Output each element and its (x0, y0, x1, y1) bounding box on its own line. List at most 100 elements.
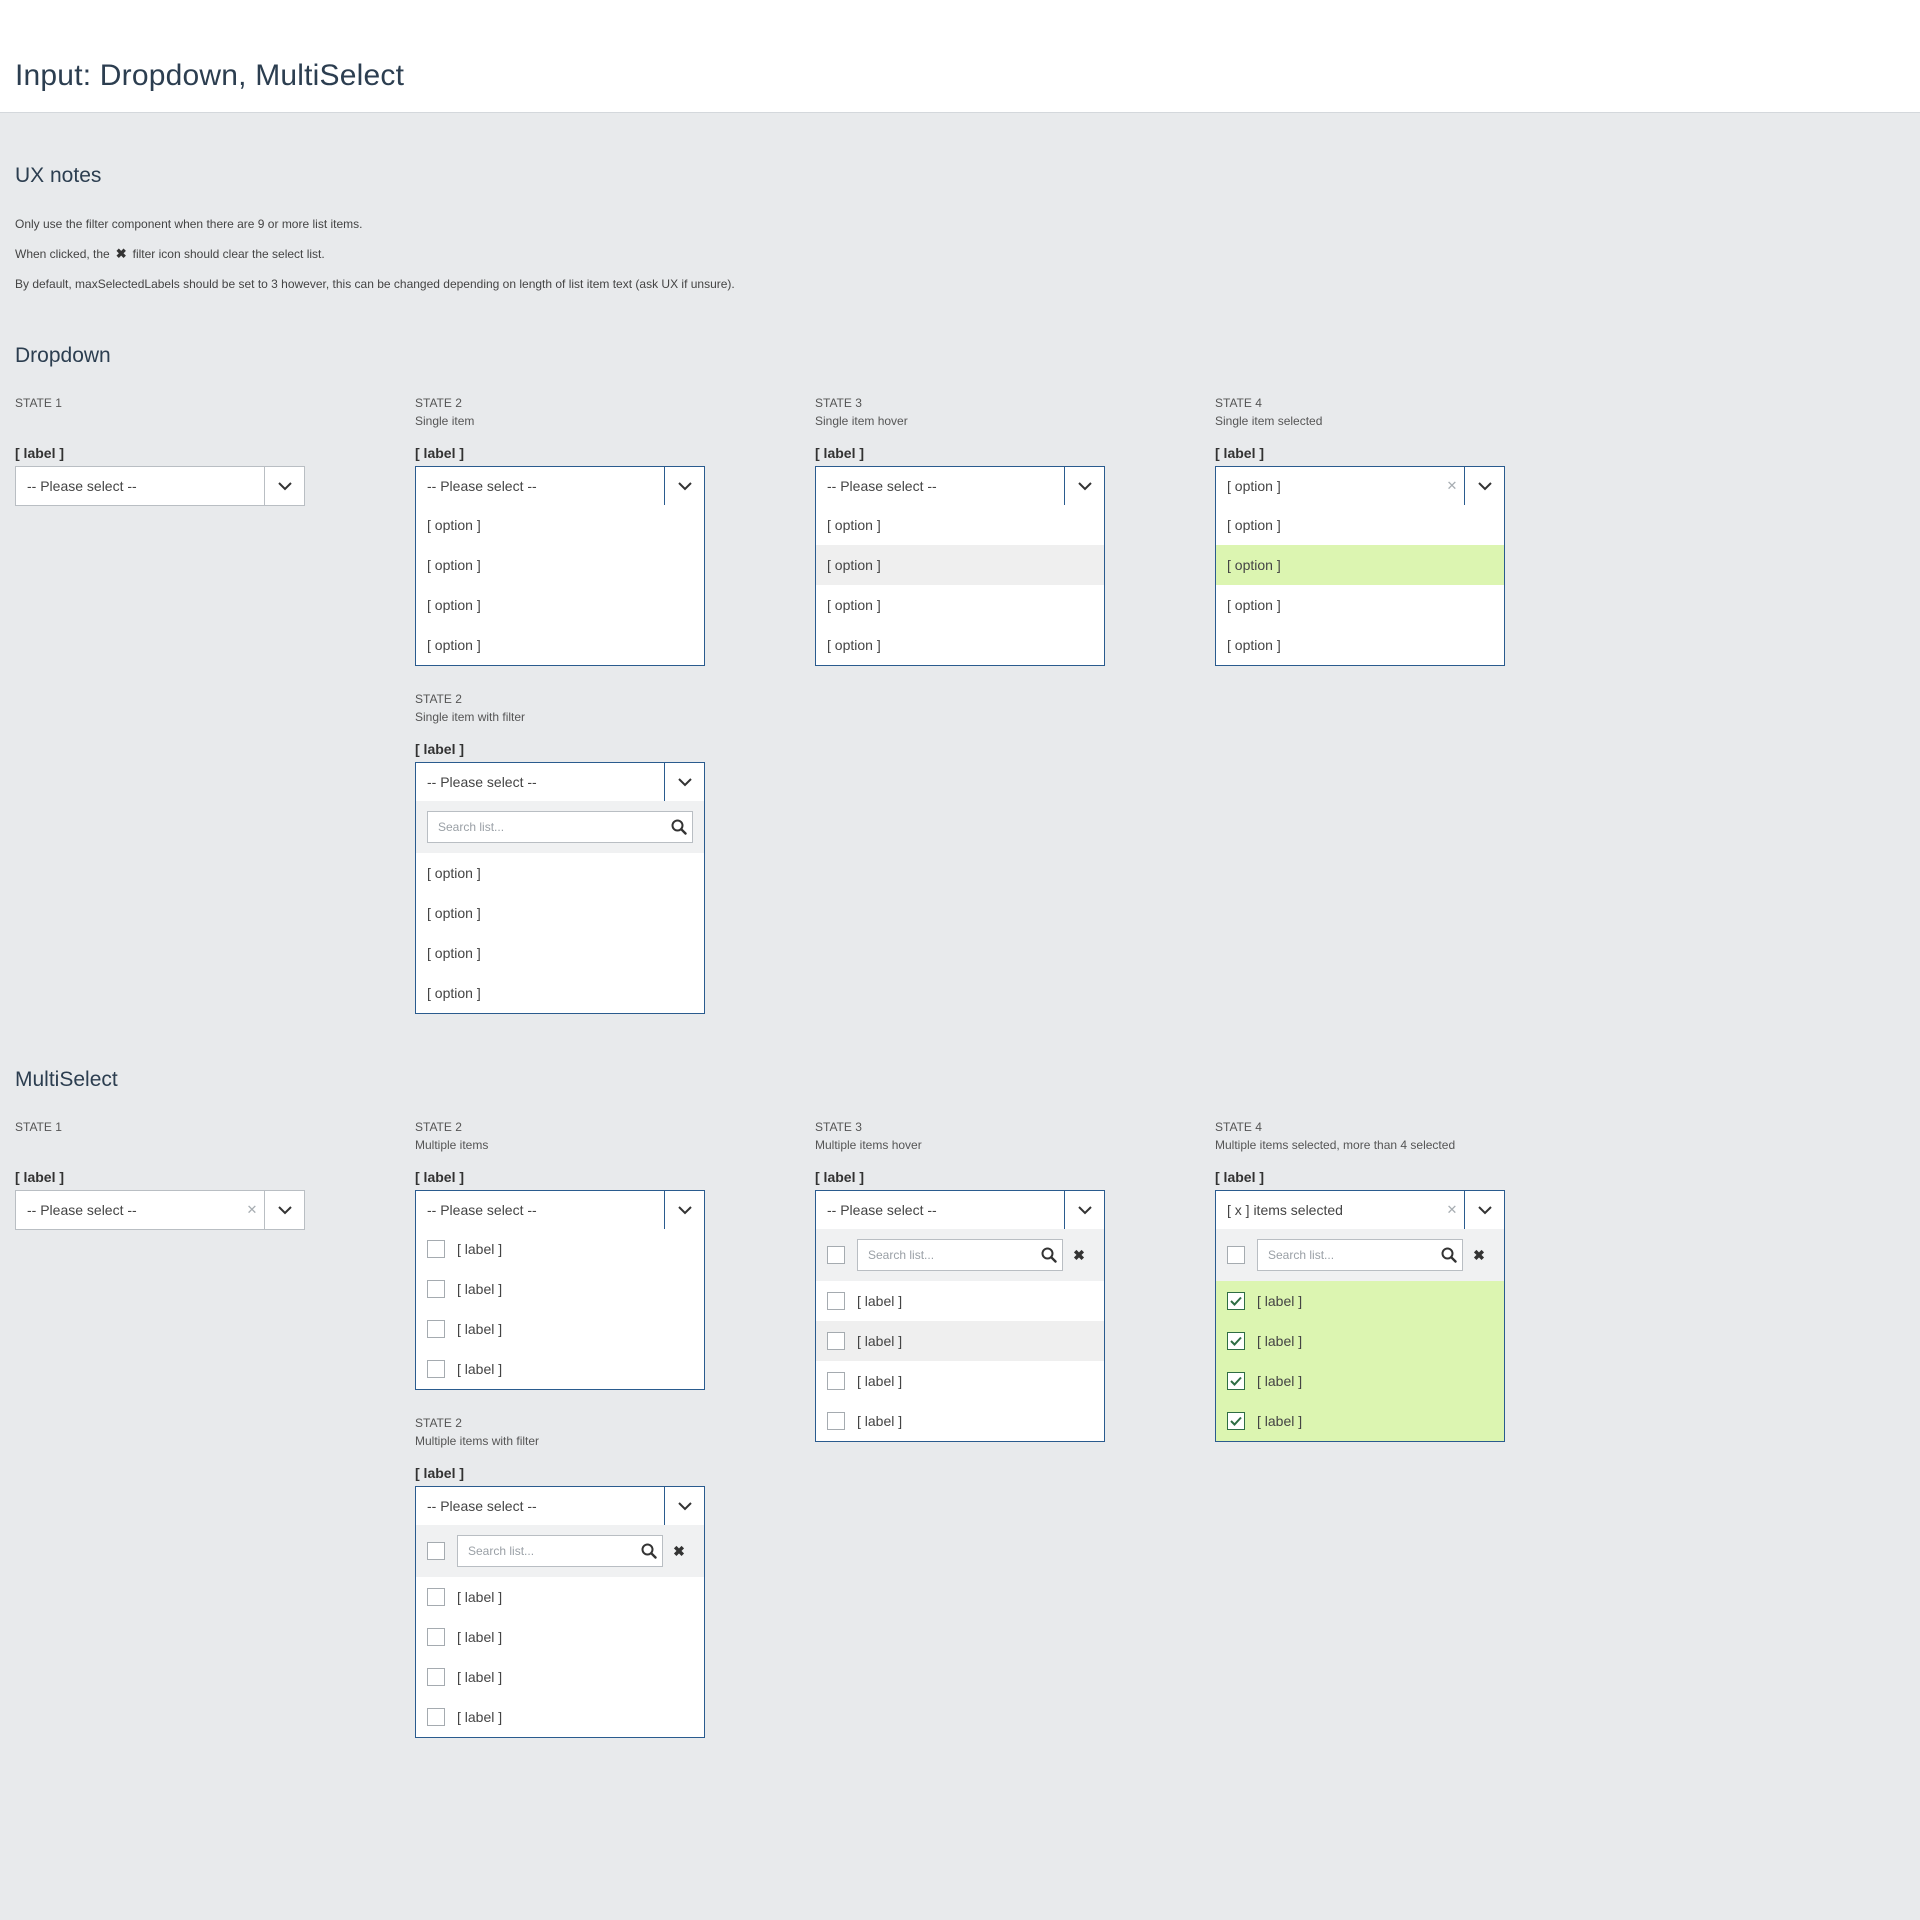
dropdown-toggle[interactable] (1064, 467, 1104, 505)
multiselect-value: -- Please select -- (427, 1498, 537, 1514)
dropdown-toggle[interactable] (664, 467, 704, 505)
state-title: STATE 1 (15, 396, 62, 410)
multiselect-field[interactable]: -- Please select -- (415, 1486, 705, 1526)
multiselect-toggle[interactable] (1464, 1191, 1504, 1229)
checkbox-checked[interactable] (1227, 1412, 1245, 1430)
checkbox[interactable] (427, 1240, 445, 1258)
clear-icon[interactable]: ✕ (1440, 1191, 1464, 1229)
checkbox-checked[interactable] (1227, 1332, 1245, 1350)
checkbox[interactable] (427, 1628, 445, 1646)
filter-row: Search list... (416, 801, 704, 853)
filter-clear-icon[interactable]: ✖ (1063, 1247, 1095, 1264)
checkbox[interactable] (827, 1372, 845, 1390)
select-all-checkbox[interactable] (1227, 1246, 1245, 1264)
state-description: Single item hover (815, 414, 908, 428)
checkbox[interactable] (427, 1360, 445, 1378)
list-item[interactable]: [ label ] (816, 1281, 1104, 1321)
list-option[interactable]: [ option ] (416, 893, 704, 933)
list-option[interactable]: [ option ] (816, 505, 1104, 545)
state-title: STATE 3 (815, 1120, 862, 1134)
list-option[interactable]: [ option ] (416, 853, 704, 893)
dropdown-field[interactable]: -- Please select -- (15, 466, 305, 506)
search-input[interactable]: Search list... (857, 1239, 1063, 1271)
multiselect-toggle[interactable] (664, 1191, 704, 1229)
multiselect-toggle[interactable] (1064, 1191, 1104, 1229)
search-input[interactable]: Search list... (1257, 1239, 1463, 1271)
ux-notes-heading: UX notes (15, 164, 102, 187)
list-item-hovered[interactable]: [ label ] (816, 1321, 1104, 1361)
checkbox[interactable] (427, 1280, 445, 1298)
list-option[interactable]: [ option ] (816, 585, 1104, 625)
filter-clear-icon[interactable]: ✖ (1463, 1247, 1495, 1264)
multiselect-field[interactable]: -- Please select -- ✕ (15, 1190, 305, 1230)
state-title: STATE 2 (415, 1416, 462, 1430)
list-option[interactable]: [ option ] (816, 625, 1104, 665)
checkbox[interactable] (427, 1668, 445, 1686)
checkbox-checked[interactable] (1227, 1372, 1245, 1390)
search-input[interactable]: Search list... (427, 811, 693, 843)
list-option[interactable]: [ option ] (416, 505, 704, 545)
list-item[interactable]: [ label ] (416, 1309, 704, 1349)
checkbox[interactable] (427, 1588, 445, 1606)
multiselect-state-4: STATE 4 Multiple items selected, more th… (1215, 1118, 1505, 1442)
check-icon (1230, 1376, 1242, 1386)
list-option[interactable]: [ option ] (1216, 585, 1504, 625)
multiselect-toggle[interactable] (664, 1487, 704, 1525)
list-item-selected[interactable]: [ label ] (1216, 1361, 1504, 1401)
filter-clear-icon[interactable]: ✖ (663, 1543, 695, 1560)
search-icon (636, 1543, 662, 1559)
list-item[interactable]: [ label ] (416, 1229, 704, 1269)
list-option-hovered[interactable]: [ option ] (816, 545, 1104, 585)
multiselect-heading: MultiSelect (15, 1068, 118, 1091)
multiselect-value: -- Please select -- (827, 1202, 937, 1218)
list-item[interactable]: [ label ] (416, 1657, 704, 1697)
list-item-selected[interactable]: [ label ] (1216, 1281, 1504, 1321)
multiselect-panel: Search list... ✖ [ label ] [ label ] [ l… (415, 1525, 705, 1738)
checkbox[interactable] (427, 1708, 445, 1726)
select-all-checkbox[interactable] (827, 1246, 845, 1264)
dropdown-toggle[interactable] (264, 467, 304, 505)
list-item-selected[interactable]: [ label ] (1216, 1401, 1504, 1441)
list-option[interactable]: [ option ] (416, 933, 704, 973)
dropdown-value: -- Please select -- (827, 478, 937, 494)
list-option-selected[interactable]: [ option ] (1216, 545, 1504, 585)
list-item[interactable]: [ label ] (416, 1617, 704, 1657)
checkbox[interactable] (827, 1332, 845, 1350)
list-item[interactable]: [ label ] (416, 1697, 704, 1737)
list-item[interactable]: [ label ] (416, 1269, 704, 1309)
list-item[interactable]: [ label ] (416, 1577, 704, 1617)
chevron-down-icon (677, 1501, 692, 1510)
clear-icon[interactable]: ✕ (1440, 467, 1464, 505)
checkbox[interactable] (827, 1292, 845, 1310)
dropdown-field[interactable]: -- Please select -- (815, 466, 1105, 506)
multiselect-field[interactable]: [ x ] items selected ✕ (1215, 1190, 1505, 1230)
checkbox-checked[interactable] (1227, 1292, 1245, 1310)
page-title: Input: Dropdown, MultiSelect (15, 59, 405, 92)
list-item[interactable]: [ label ] (416, 1349, 704, 1389)
list-option[interactable]: [ option ] (416, 973, 704, 1013)
dropdown-field[interactable]: -- Please select -- (415, 466, 705, 506)
checkbox[interactable] (827, 1412, 845, 1430)
list-option[interactable]: [ option ] (1216, 505, 1504, 545)
list-option[interactable]: [ option ] (416, 585, 704, 625)
multiselect-toggle[interactable] (264, 1191, 304, 1229)
list-item-selected[interactable]: [ label ] (1216, 1321, 1504, 1361)
multiselect-field[interactable]: -- Please select -- (815, 1190, 1105, 1230)
list-item[interactable]: [ label ] (816, 1361, 1104, 1401)
dropdown-toggle[interactable] (664, 763, 704, 801)
dropdown-field[interactable]: [ option ] ✕ (1215, 466, 1505, 506)
multiselect-field[interactable]: -- Please select -- (415, 1190, 705, 1230)
list-option[interactable]: [ option ] (1216, 625, 1504, 665)
list-option[interactable]: [ option ] (416, 545, 704, 585)
list-item-label: [ label ] (457, 1629, 503, 1645)
list-item[interactable]: [ label ] (816, 1401, 1104, 1441)
dropdown-field[interactable]: -- Please select -- (415, 762, 705, 802)
clear-icon[interactable]: ✕ (240, 1191, 264, 1229)
select-all-checkbox[interactable] (427, 1542, 445, 1560)
state-title: STATE 4 (1215, 1120, 1262, 1134)
checkbox[interactable] (427, 1320, 445, 1338)
search-input[interactable]: Search list... (457, 1535, 663, 1567)
dropdown-toggle[interactable] (1464, 467, 1504, 505)
list-option[interactable]: [ option ] (416, 625, 704, 665)
chevron-down-icon (1077, 481, 1092, 490)
